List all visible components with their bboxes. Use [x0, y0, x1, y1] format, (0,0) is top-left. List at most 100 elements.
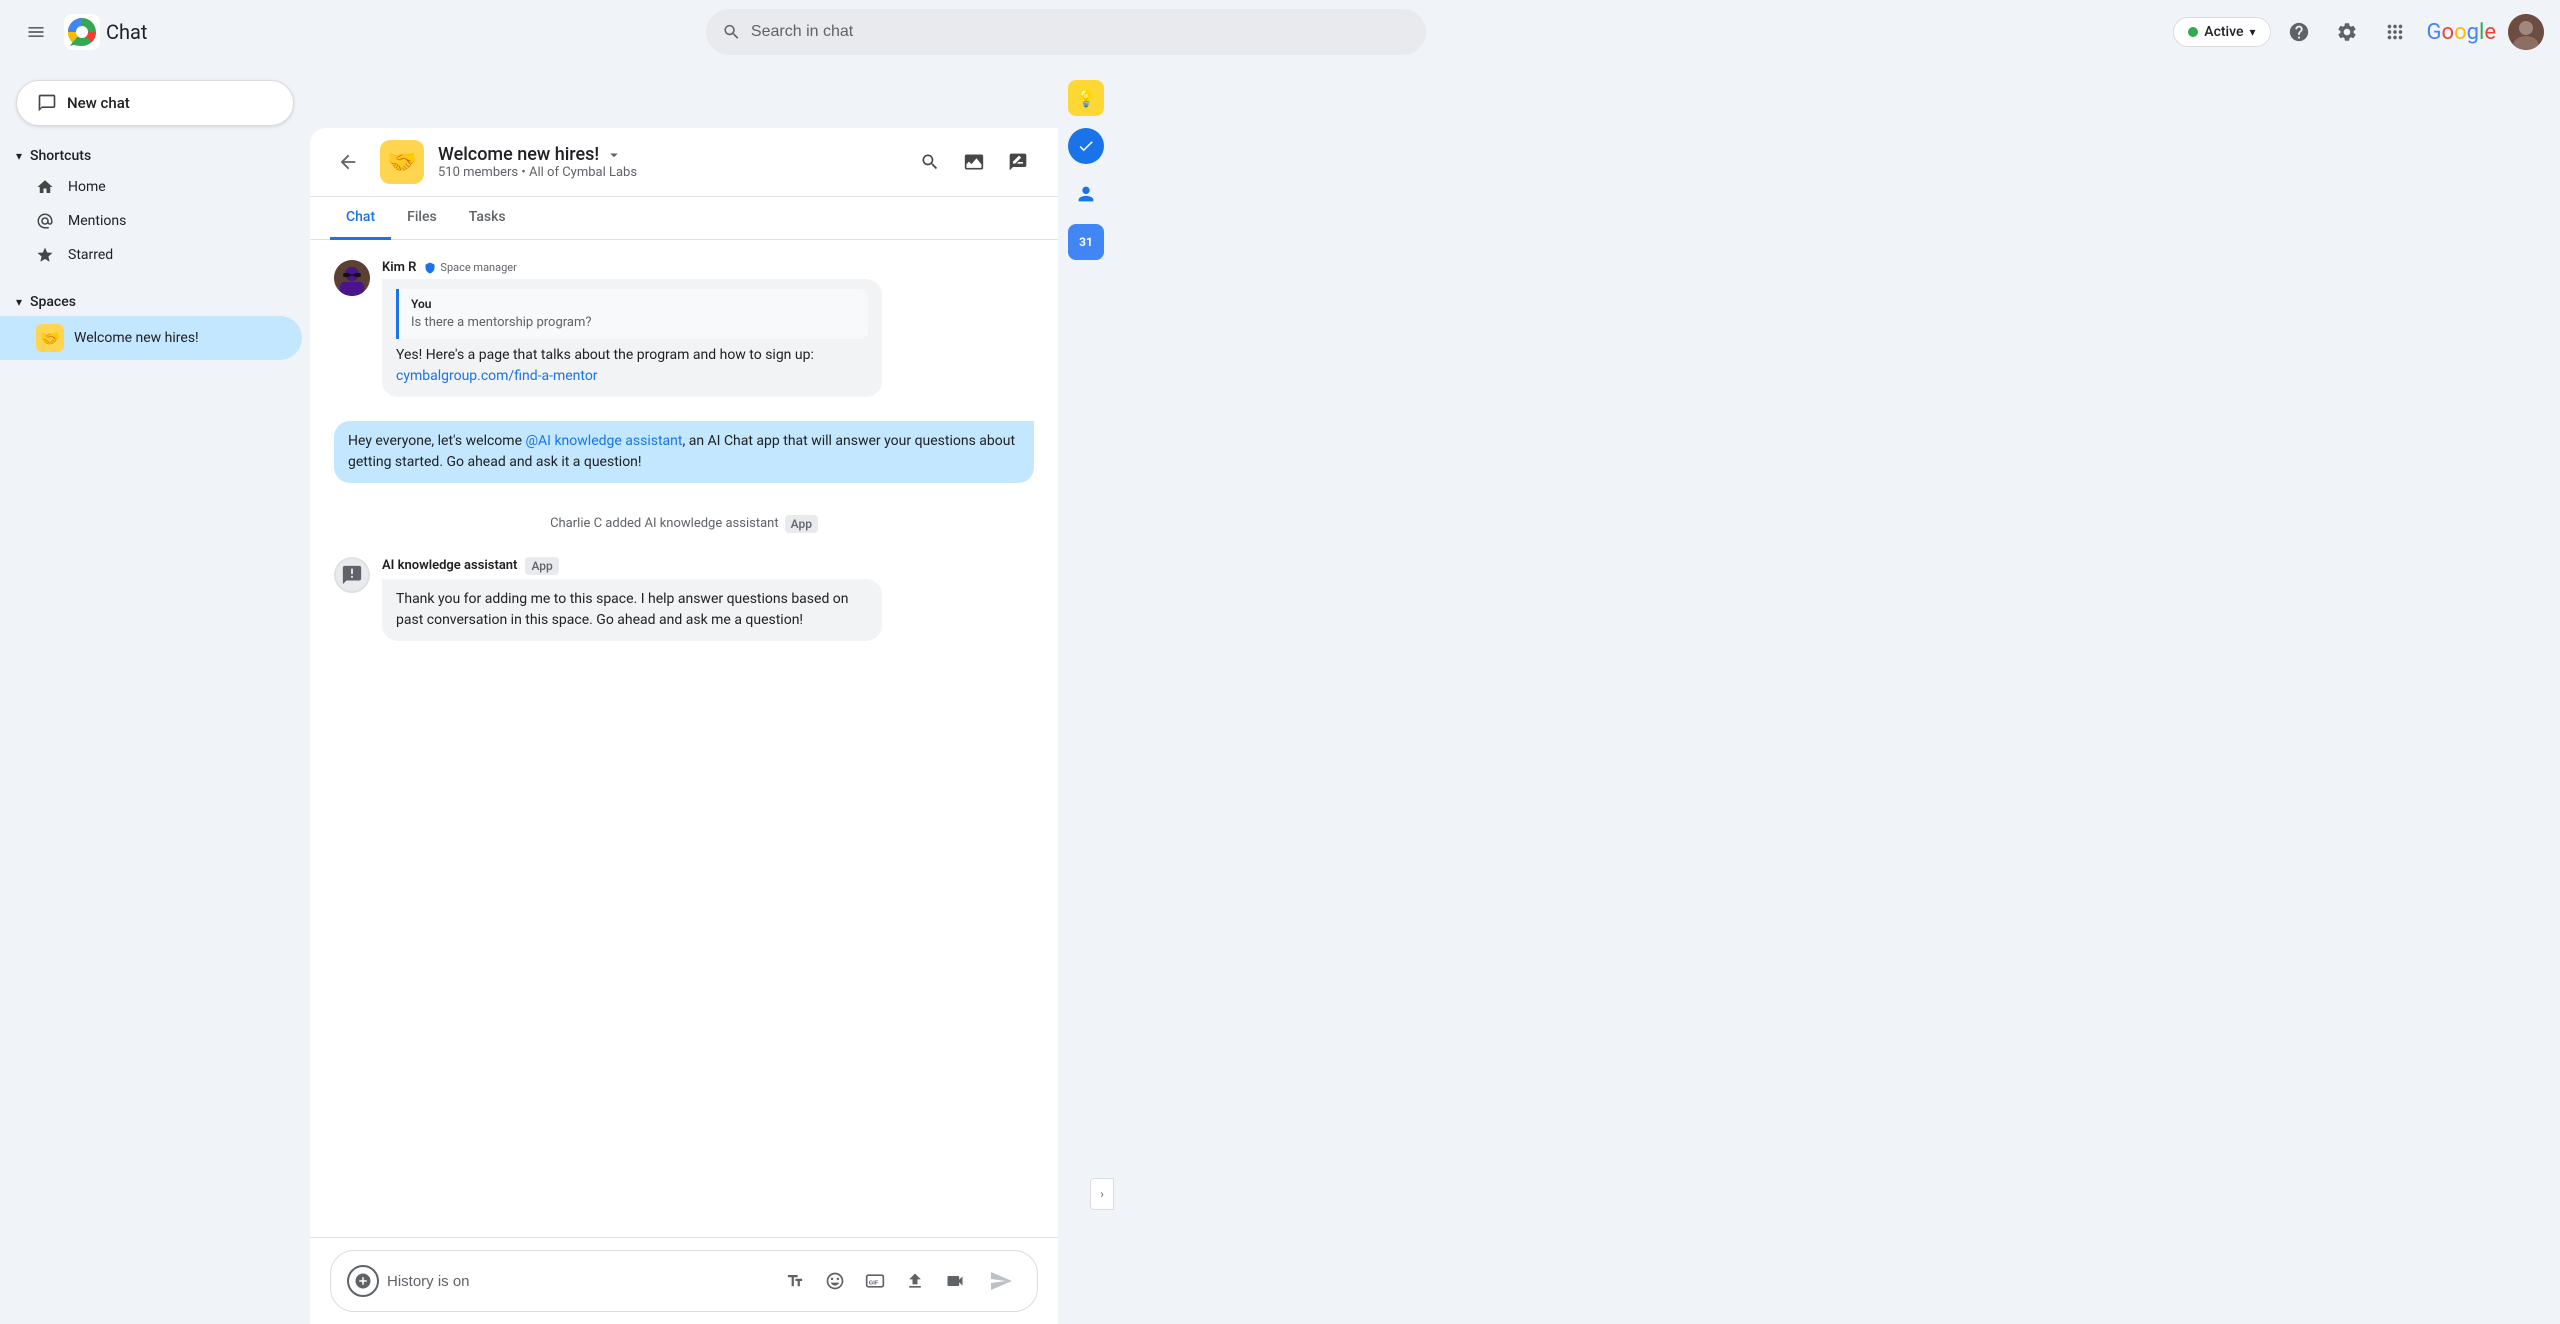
search-bar[interactable]: [706, 9, 1426, 55]
broadcast-bubble: Hey everyone, let's welcome @AI knowledg…: [334, 421, 1034, 483]
gif-icon[interactable]: GIF: [857, 1263, 893, 1299]
shortcuts-label: Shortcuts: [30, 148, 91, 164]
emoji-icon[interactable]: [817, 1263, 853, 1299]
expand-icon: ›: [1100, 1187, 1104, 1201]
keep-note-icon[interactable]: 💡: [1068, 80, 1104, 116]
space-icon: 🤝: [380, 140, 424, 184]
ai-app-badge: App: [525, 557, 558, 575]
chat-subtitle: 510 members • All of Cymbal Labs: [438, 165, 896, 180]
home-icon: [36, 178, 54, 196]
kim-name: Kim R: [382, 260, 416, 275]
quoted-message: You Is there a mentorship program?: [396, 289, 868, 339]
ai-sender-info: AI knowledge assistant App: [382, 557, 982, 575]
title-chevron-icon: [605, 146, 623, 164]
send-button[interactable]: [981, 1261, 1021, 1301]
compose-inner: GIF: [330, 1250, 1038, 1312]
kim-message-bubble: You Is there a mentorship program? Yes! …: [382, 279, 882, 397]
spaces-item-welcome[interactable]: 🤝 Welcome new hires!: [0, 316, 302, 360]
chat-header: 🤝 Welcome new hires! 510 members • All o…: [310, 128, 1058, 197]
spaces-item-welcome-label: Welcome new hires!: [74, 330, 199, 346]
shortcuts-chevron-icon: ▾: [16, 149, 22, 163]
add-attachment-button[interactable]: [347, 1265, 379, 1297]
upload-icon[interactable]: [897, 1263, 933, 1299]
space-manager-badge: Space manager: [424, 261, 516, 274]
message-broadcast: Hey everyone, let's welcome @AI knowledg…: [334, 421, 1034, 483]
calendar-date: 31: [1079, 235, 1093, 249]
compose-actions: GIF: [777, 1263, 973, 1299]
video-call-icon[interactable]: [954, 142, 994, 182]
tab-chat[interactable]: Chat: [330, 197, 391, 240]
main-content: 🤝 Welcome new hires! 510 members • All o…: [310, 128, 1058, 1324]
layout: New chat ▾ Shortcuts Home Mentions Starr…: [0, 64, 1114, 1260]
sidebar-item-starred-label: Starred: [68, 247, 113, 263]
starred-icon: [36, 246, 54, 264]
help-icon[interactable]: [2279, 12, 2319, 52]
sidebar-item-mentions-label: Mentions: [68, 213, 126, 229]
quoted-sender: You: [411, 295, 856, 313]
search-chat-icon[interactable]: [910, 142, 950, 182]
sidebar-item-home[interactable]: Home: [0, 170, 302, 204]
ai-name: AI knowledge assistant: [382, 558, 517, 573]
panel-expand-button[interactable]: ›: [1090, 1178, 1114, 1210]
active-status-button[interactable]: Active ▾: [2173, 17, 2270, 47]
format-text-icon[interactable]: [777, 1263, 813, 1299]
new-chat-label: New chat: [67, 94, 130, 112]
active-indicator: [2188, 27, 2198, 37]
apps-grid-icon[interactable]: [2375, 12, 2415, 52]
topbar-right: Active ▾ Google: [2173, 12, 2544, 52]
menu-icon[interactable]: [16, 12, 56, 52]
messages-list: Kim R Space manager You Is there a mento…: [310, 240, 1058, 1237]
system-message-text: Charlie C added AI knowledge assistant: [550, 516, 779, 531]
shortcuts-section-header[interactable]: ▾ Shortcuts: [0, 142, 302, 170]
threads-icon[interactable]: [998, 142, 1038, 182]
quoted-text: Is there a mentorship program?: [411, 313, 856, 333]
new-chat-button[interactable]: New chat: [16, 80, 294, 126]
calendar-icon[interactable]: 31: [1068, 224, 1104, 260]
active-label: Active: [2204, 24, 2243, 40]
new-chat-icon: [37, 93, 57, 113]
topbar-left: Chat: [16, 12, 326, 52]
ai-mention: @AI knowledge assistant: [525, 433, 682, 449]
settings-icon[interactable]: [2327, 12, 2367, 52]
compose-input[interactable]: [387, 1273, 769, 1290]
sidebar: New chat ▾ Shortcuts Home Mentions Starr…: [0, 64, 310, 1260]
tab-tasks[interactable]: Tasks: [453, 197, 522, 240]
topbar: Chat Active ▾ Google: [0, 0, 2560, 64]
tasks-icon[interactable]: [1068, 128, 1104, 164]
sidebar-item-mentions[interactable]: Mentions: [0, 204, 302, 238]
ai-avatar-icon: [341, 564, 363, 586]
compose-bar: GIF: [310, 1237, 1058, 1324]
google-wordmark: Google: [2427, 20, 2496, 45]
verified-icon: [424, 262, 436, 274]
mentorship-link[interactable]: cymbalgroup.com/find-a-mentor: [396, 368, 598, 384]
kim-message-content: Kim R Space manager You Is there a mento…: [382, 260, 982, 397]
spaces-label: Spaces: [30, 294, 76, 310]
spaces-chevron-icon: ▾: [16, 295, 22, 309]
sidebar-item-home-label: Home: [68, 179, 106, 195]
chat-title[interactable]: Welcome new hires!: [438, 144, 896, 165]
tab-files[interactable]: Files: [391, 197, 453, 240]
video-icon[interactable]: [937, 1263, 973, 1299]
right-rail: 💡 31 ›: [1058, 64, 1114, 1260]
app-logo: Chat: [64, 14, 147, 50]
ai-message-content: AI knowledge assistant App Thank you for…: [382, 557, 982, 641]
chat-tabs: Chat Files Tasks: [310, 197, 1058, 240]
mentions-icon: [36, 212, 54, 230]
user-avatar[interactable]: [2508, 14, 2544, 50]
kim-sender-info: Kim R Space manager: [382, 260, 982, 275]
kim-avatar: [334, 260, 370, 296]
spaces-section-header[interactable]: ▾ Spaces: [0, 288, 302, 316]
ai-message-text: Thank you for adding me to this space. I…: [396, 591, 849, 628]
system-message: Charlie C added AI knowledge assistant A…: [334, 507, 1034, 541]
kim-reply-text: Yes! Here's a page that talks about the …: [396, 347, 814, 363]
ai-message-bubble: Thank you for adding me to this space. I…: [382, 579, 882, 641]
space-emoji-icon: 🤝: [36, 324, 64, 352]
chat-title-text: Welcome new hires!: [438, 144, 599, 165]
back-button[interactable]: [330, 144, 366, 180]
contacts-icon[interactable]: [1068, 176, 1104, 212]
sidebar-item-starred[interactable]: Starred: [0, 238, 302, 272]
search-input[interactable]: [751, 23, 1410, 41]
search-icon: [722, 22, 741, 42]
message-ai: AI knowledge assistant App Thank you for…: [334, 557, 1034, 641]
message-kim: Kim R Space manager You Is there a mento…: [334, 260, 1034, 397]
